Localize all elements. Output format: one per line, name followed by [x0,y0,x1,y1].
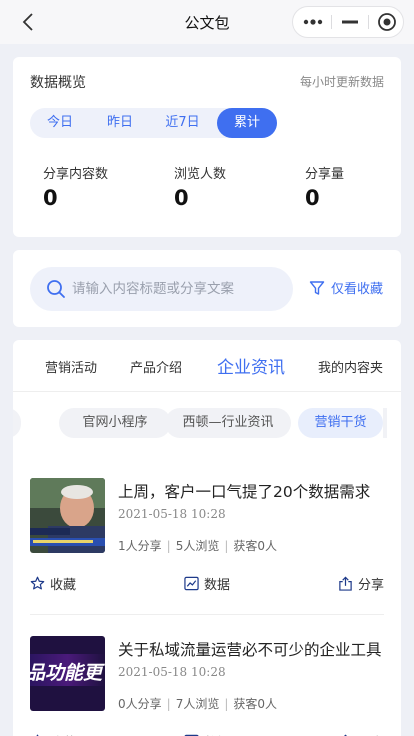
search-box [30,267,293,311]
search-input[interactable] [72,267,282,311]
article-thumbnail [30,478,105,553]
more-dots-icon[interactable] [295,7,331,37]
customer-count: 获客0人 [233,697,278,711]
stat-value: 0 [43,186,58,210]
content-list-card: 营销活动 产品介绍 企业资讯 我的内容夹 官网小程序 西顿—行业资讯 营销干货 … [13,340,401,736]
favorite-button[interactable]: 收藏 [30,574,76,593]
subcategory-chips: 官网小程序 西顿—行业资讯 营销干货 [13,408,401,438]
data-label: 数据 [204,732,230,736]
chip-official-miniapp[interactable]: 官网小程序 [59,408,171,438]
stat-value: 0 [305,186,320,210]
mini-program-capsule [292,6,404,38]
range-today[interactable]: 今日 [30,108,90,138]
star-icon [30,576,45,590]
chip-marketing-tips[interactable]: 营销干货 [298,408,383,438]
minimize-icon[interactable] [332,7,368,37]
update-note: 每小时更新数据 [299,75,384,89]
article-thumbnail: 品功能更 [30,636,105,711]
chart-icon [184,576,199,591]
article-actions: 收藏 数据 分享 [30,574,384,596]
share-icon [339,576,352,591]
range-selector: 今日 昨日 近7日 累计 [30,108,277,138]
view-count: 5人浏览 [175,539,220,553]
search-icon [47,280,65,298]
target-icon[interactable] [369,7,405,37]
article-stats: 0人分享 | 7人浏览 | 获客0人 [118,697,278,711]
stat-viewers: 浏览人数 0 [174,163,226,210]
stat-label: 分享内容数 [43,167,109,182]
share-count: 0人分享 [118,697,162,711]
data-button[interactable]: 数据 [184,574,230,593]
stat-label: 浏览人数 [174,167,227,182]
data-button[interactable]: 数据 [184,732,230,736]
article-title: 上周，客户一口气提了20个数据需求 [118,483,371,501]
range-7days[interactable]: 近7日 [150,108,215,138]
chip-partial[interactable] [13,408,21,438]
chip-industry-news[interactable]: 西顿—行业资讯 [165,408,291,438]
category-tabs: 营销活动 产品介绍 企业资讯 我的内容夹 [13,340,401,392]
view-count: 7人浏览 [175,697,220,711]
tab-product-intro[interactable]: 产品介绍 [130,357,182,376]
search-card: 仅看收藏 [13,250,401,327]
overview-title: 数据概览 [30,75,86,91]
tab-my-folder[interactable]: 我的内容夹 [318,357,383,376]
data-label: 数据 [204,578,231,593]
article-date: 2021-05-18 10:28 [118,507,226,521]
article-stats: 1人分享 | 5人浏览 | 获客0人 [118,539,278,553]
chip-overflow-edge [383,408,387,438]
stat-shared-content: 分享内容数 0 [43,163,108,210]
range-cumulative[interactable]: 累计 [217,108,277,138]
navigation-bar: 公文包 [0,0,414,44]
share-label: 分享 [358,578,385,593]
article-actions: 收藏 数据 分享 [30,732,384,736]
share-count: 1人分享 [118,539,162,553]
article-date: 2021-05-18 10:28 [118,665,226,679]
favorite-label: 收藏 [50,578,77,593]
share-button[interactable]: 分享 [338,732,384,736]
favorites-only-filter[interactable]: 仅看收藏 [309,278,383,297]
tab-company-news[interactable]: 企业资讯 [217,353,285,378]
favorites-only-label: 仅看收藏 [331,282,384,297]
share-label: 分享 [358,732,384,736]
stat-label: 分享量 [305,167,345,182]
tab-marketing-events[interactable]: 营销活动 [45,357,97,376]
range-yesterday[interactable]: 昨日 [90,108,150,138]
article-title: 关于私域流量运营必不可少的企业工具 [118,641,382,659]
stat-value: 0 [174,186,189,210]
share-button[interactable]: 分享 [338,574,384,593]
stat-share-count: 分享量 0 [305,163,344,210]
thumbnail-text: 品功能更 [30,662,103,684]
customer-count: 获客0人 [233,539,278,553]
favorite-label: 收藏 [50,732,76,736]
favorite-button[interactable]: 收藏 [30,732,76,736]
filter-icon [309,280,325,295]
item-divider [30,614,384,615]
data-overview-card: 数据概览 每小时更新数据 今日 昨日 近7日 累计 分享内容数 0 浏览人数 0… [13,57,401,237]
